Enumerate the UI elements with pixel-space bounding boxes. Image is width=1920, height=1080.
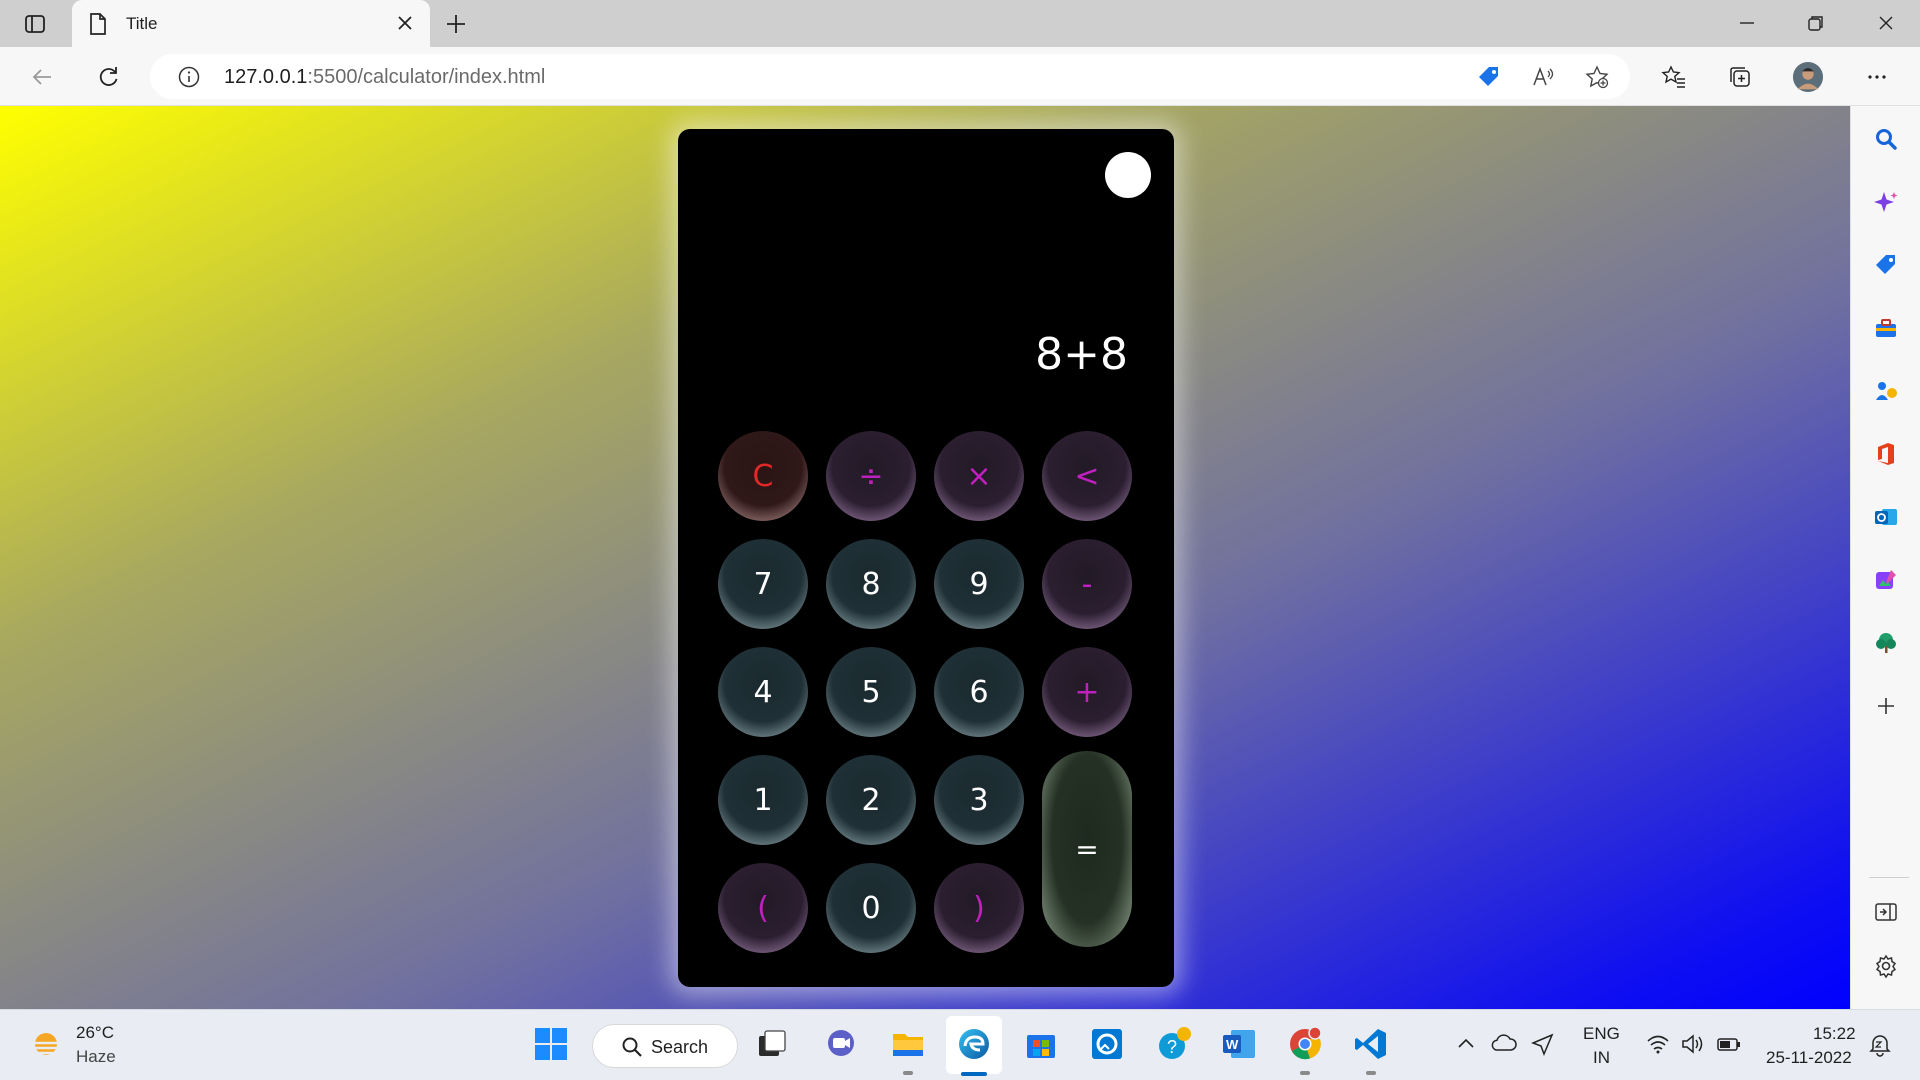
tab-title: Title [126, 14, 158, 33]
taskbar-search[interactable]: Search [592, 1024, 738, 1068]
close-paren-button[interactable]: ) [934, 863, 1024, 953]
language-indicator-bottom[interactable]: IN [1593, 1048, 1610, 1068]
url-path: :5500/calculator/index.html [307, 66, 546, 88]
browser-titlebar: Title [0, 0, 1920, 47]
minus-button[interactable]: - [1042, 539, 1132, 629]
digit-0-button[interactable]: 0 [826, 863, 916, 953]
shopping-tag-icon[interactable] [1476, 64, 1502, 90]
read-aloud-icon[interactable] [1530, 64, 1556, 90]
tree-icon[interactable] [1872, 629, 1900, 657]
minimize-icon[interactable] [1732, 10, 1762, 36]
browser-toolbar: 127.0.0.1:5500/calculator/index.html [0, 47, 1920, 106]
office-icon[interactable] [1872, 440, 1900, 468]
word-icon[interactable]: W [1219, 1024, 1259, 1064]
url-text: 127.0.0.1:5500/calculator/index.html [224, 66, 545, 89]
svg-text:W: W [1226, 1037, 1239, 1052]
search-icon [621, 1036, 643, 1063]
digit-3-button[interactable]: 3 [934, 755, 1024, 845]
wifi-icon[interactable] [1638, 1024, 1678, 1064]
edge-sidebar [1850, 106, 1920, 1009]
games-icon[interactable] [1872, 377, 1900, 405]
taskbar-search-label: Search [651, 1037, 709, 1057]
discover-sparkle-icon[interactable] [1872, 188, 1900, 216]
add-sidebar-app-icon[interactable] [1872, 692, 1900, 720]
calculator-display: 8+8 [1035, 329, 1128, 380]
multiply-button[interactable]: × [934, 431, 1024, 521]
file-explorer-icon[interactable] [888, 1024, 928, 1064]
add-favorite-icon[interactable] [1584, 64, 1610, 90]
weather-condition: Haze [76, 1047, 116, 1066]
url-host: 127.0.0.1 [224, 66, 308, 88]
digit-2-button[interactable]: 2 [826, 755, 916, 845]
task-view-icon[interactable] [752, 1024, 792, 1064]
equals-button[interactable]: = [1042, 751, 1132, 947]
refresh-icon[interactable] [92, 61, 124, 93]
show-hidden-icons-icon[interactable] [1446, 1024, 1486, 1064]
location-icon[interactable] [1523, 1024, 1563, 1064]
hide-sidebar-icon[interactable] [1872, 898, 1900, 926]
clock-date[interactable]: 25-11-2022 [1766, 1048, 1852, 1068]
battery-icon[interactable] [1709, 1024, 1749, 1064]
language-indicator-top[interactable]: ENG [1583, 1024, 1620, 1044]
divide-button[interactable]: ÷ [826, 431, 916, 521]
address-bar[interactable]: 127.0.0.1:5500/calculator/index.html [150, 54, 1630, 99]
page-viewport: 8+8 C ÷ × < 7 8 9 - 4 5 6 + 1 2 3 = ( 0 … [0, 106, 1850, 1009]
theme-toggle-button[interactable] [1105, 152, 1151, 198]
new-tab-icon[interactable] [444, 12, 468, 36]
more-options-icon[interactable] [1861, 61, 1893, 93]
get-help-icon[interactable]: ? [1154, 1024, 1194, 1064]
restore-icon[interactable] [1801, 10, 1831, 36]
notifications-bell-icon[interactable] [1860, 1024, 1900, 1064]
vscode-icon[interactable] [1351, 1024, 1391, 1064]
clear-button[interactable]: C [718, 431, 808, 521]
close-window-icon[interactable] [1871, 10, 1901, 36]
windows-taskbar: 26°C Haze Search ? W ENG IN 15:22 25-11-… [0, 1009, 1920, 1080]
vscode-running-indicator [1366, 1071, 1376, 1075]
digit-9-button[interactable]: 9 [934, 539, 1024, 629]
outlook-icon[interactable] [1872, 503, 1900, 531]
digit-6-button[interactable]: 6 [934, 647, 1024, 737]
digit-8-button[interactable]: 8 [826, 539, 916, 629]
digit-7-button[interactable]: 7 [718, 539, 808, 629]
windows-start-icon[interactable] [531, 1024, 571, 1064]
search-icon[interactable] [1872, 125, 1900, 153]
designer-icon[interactable] [1872, 566, 1900, 594]
profile-avatar[interactable] [1792, 61, 1824, 93]
weather-temperature: 26°C [76, 1023, 114, 1042]
volume-icon[interactable] [1673, 1024, 1713, 1064]
back-arrow-icon[interactable] [26, 61, 58, 93]
chrome-icon[interactable] [1285, 1024, 1325, 1064]
page-document-icon [88, 12, 108, 41]
digit-1-button[interactable]: 1 [718, 755, 808, 845]
settings-gear-icon[interactable] [1872, 952, 1900, 980]
open-paren-button[interactable]: ( [718, 863, 808, 953]
digit-5-button[interactable]: 5 [826, 647, 916, 737]
svg-text:?: ? [1167, 1037, 1177, 1057]
plus-button[interactable]: + [1042, 647, 1132, 737]
favorites-icon[interactable] [1658, 61, 1690, 93]
calculator: 8+8 C ÷ × < 7 8 9 - 4 5 6 + 1 2 3 = ( 0 … [678, 129, 1174, 987]
clock-time[interactable]: 15:22 [1813, 1024, 1856, 1044]
sidebar-divider [1869, 877, 1909, 878]
file-explorer-running-indicator [903, 1071, 913, 1075]
backspace-button[interactable]: < [1042, 431, 1132, 521]
tab-actions-icon[interactable] [23, 12, 47, 36]
tools-icon[interactable] [1872, 314, 1900, 342]
digit-4-button[interactable]: 4 [718, 647, 808, 737]
edge-browser-icon[interactable] [954, 1024, 994, 1064]
shopping-icon[interactable] [1872, 251, 1900, 279]
close-tab-icon[interactable] [394, 12, 416, 39]
remote-desktop-icon[interactable] [1087, 1024, 1127, 1064]
teams-chat-icon[interactable] [821, 1024, 861, 1064]
edge-active-indicator [961, 1072, 987, 1076]
collections-icon[interactable] [1724, 61, 1756, 93]
site-info-icon[interactable] [176, 64, 202, 90]
weather-haze-icon[interactable] [26, 1026, 66, 1066]
onedrive-icon[interactable] [1484, 1024, 1524, 1064]
microsoft-store-icon[interactable] [1021, 1024, 1061, 1064]
chrome-running-indicator [1300, 1071, 1310, 1075]
browser-tab-active[interactable]: Title [72, 0, 430, 47]
